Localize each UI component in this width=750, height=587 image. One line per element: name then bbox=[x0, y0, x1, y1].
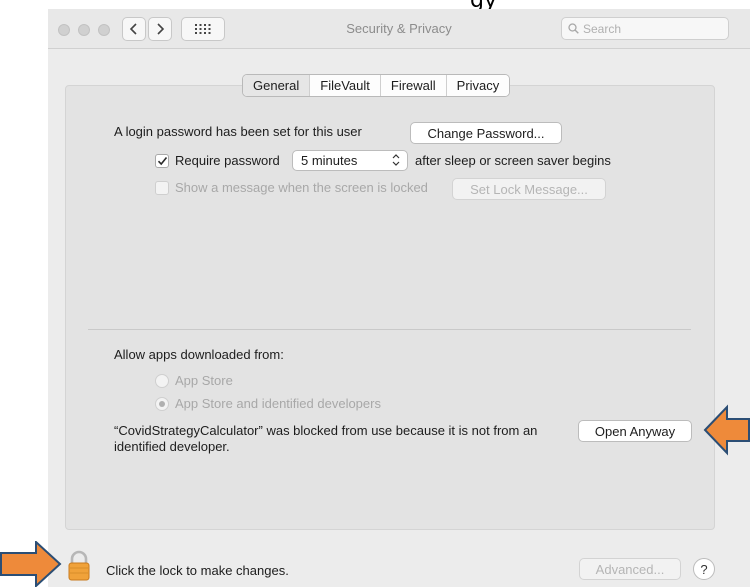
help-button[interactable]: ? bbox=[693, 558, 715, 580]
set-lock-message-button[interactable]: Set Lock Message... bbox=[452, 178, 606, 200]
radio-app-store[interactable] bbox=[155, 374, 169, 388]
search-placeholder: Search bbox=[583, 21, 622, 36]
open-anyway-button[interactable]: Open Anyway bbox=[578, 420, 692, 442]
after-sleep-text: after sleep or screen saver begins bbox=[415, 153, 611, 168]
tab-privacy[interactable]: Privacy bbox=[445, 75, 510, 96]
up-down-chevron-icon bbox=[392, 154, 400, 166]
arrow-left-icon bbox=[703, 404, 750, 456]
delay-value: 5 minutes bbox=[301, 153, 358, 168]
require-password-delay-select[interactable]: 5 minutes bbox=[292, 150, 408, 171]
radio-selected-dot bbox=[159, 401, 165, 407]
radio-identified-developers-label: App Store and identified developers bbox=[175, 396, 381, 411]
tab-general[interactable]: General bbox=[243, 75, 310, 96]
login-password-text: A login password has been set for this u… bbox=[114, 124, 362, 139]
require-password-checkbox[interactable] bbox=[155, 154, 169, 168]
checkmark-icon bbox=[157, 156, 167, 166]
show-message-checkbox[interactable] bbox=[155, 181, 169, 195]
blocked-app-message: “CovidStrategyCalculator” was blocked fr… bbox=[114, 423, 538, 454]
radio-app-store-label: App Store bbox=[175, 373, 233, 388]
tab-bar: General FileVault Firewall Privacy bbox=[242, 74, 511, 97]
lock-icon[interactable] bbox=[67, 550, 91, 582]
radio-identified-developers[interactable] bbox=[155, 397, 169, 411]
arrow-right-icon bbox=[0, 541, 62, 587]
search-input[interactable]: Search bbox=[561, 17, 729, 40]
allow-apps-heading: Allow apps downloaded from: bbox=[114, 347, 284, 362]
lock-hint-text: Click the lock to make changes. bbox=[106, 563, 289, 578]
require-password-label: Require password bbox=[175, 153, 280, 168]
section-divider bbox=[88, 329, 691, 330]
top-crop-area bbox=[48, 0, 750, 9]
change-password-button[interactable]: Change Password... bbox=[410, 122, 562, 144]
advanced-button[interactable]: Advanced... bbox=[579, 558, 681, 580]
search-icon bbox=[568, 23, 579, 34]
tab-filevault[interactable]: FileVault bbox=[309, 75, 380, 96]
show-message-label: Show a message when the screen is locked bbox=[175, 180, 428, 195]
tab-firewall[interactable]: Firewall bbox=[379, 75, 446, 96]
